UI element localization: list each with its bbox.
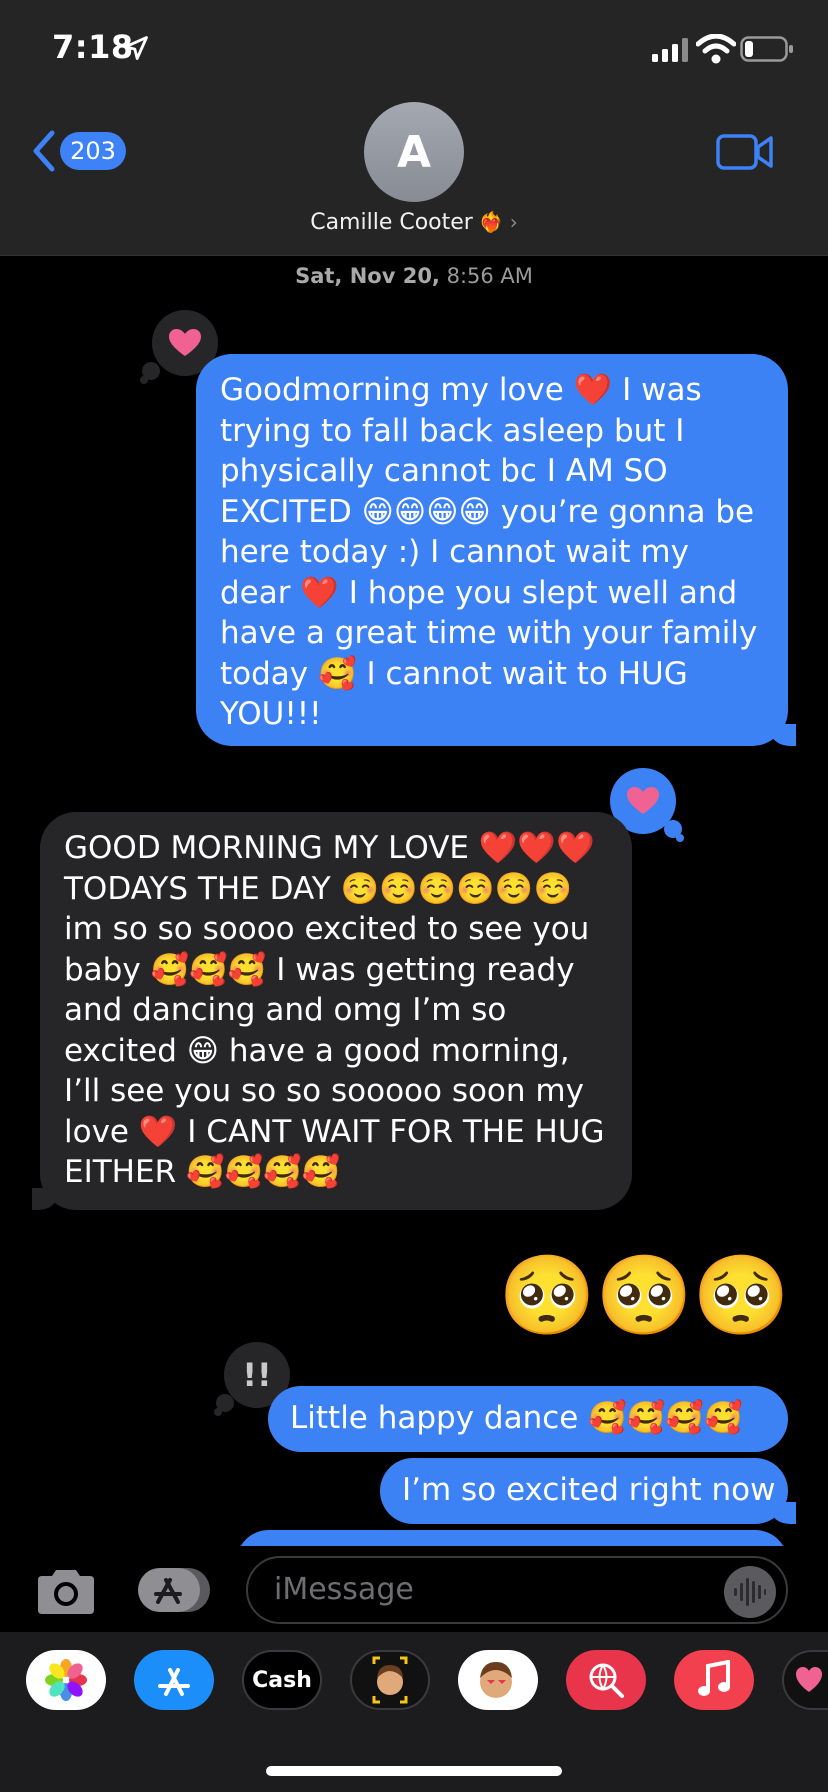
globe-search-icon — [589, 1663, 624, 1698]
status-bar: 7:18 — [0, 0, 828, 100]
photos-flower-icon — [45, 1659, 87, 1701]
message-text: Goodmorning my love ❤️ I was trying to f… — [220, 372, 758, 732]
sent-message-bubble-partial[interactable] — [236, 1530, 788, 1546]
contact-name: Camille Cooter — [310, 210, 473, 235]
sent-message-bubble[interactable]: I’m so excited right now — [380, 1458, 796, 1524]
audio-message-button[interactable] — [724, 1566, 776, 1618]
memoji-icon[interactable] — [350, 1650, 430, 1710]
unread-count-badge: 203 — [60, 132, 126, 170]
memoji-sticker-face-icon — [480, 1662, 512, 1698]
contact-name-button[interactable]: Camille Cooter ❤️‍🔥 › — [0, 210, 828, 235]
received-message-bubble[interactable]: GOOD MORNING MY LOVE ❤️❤️❤️ TODAYS THE D… — [32, 812, 632, 1210]
message-thread[interactable]: Sat, Nov 20, 8:56 AM Goodmorning my love… — [0, 256, 828, 1546]
images-search-icon[interactable] — [566, 1650, 646, 1710]
memoji-face-icon — [372, 1656, 408, 1704]
message-text: GOOD MORNING MY LOVE ❤️❤️❤️ TODAYS THE D… — [64, 830, 605, 1190]
double-exclamation-icon: !! — [242, 1356, 272, 1394]
tapback-tail — [140, 376, 148, 384]
message-timestamp: Sat, Nov 20, 8:56 AM — [295, 264, 533, 288]
sent-message-bubble[interactable]: Goodmorning my love ❤️ I was trying to f… — [196, 354, 796, 746]
contact-avatar[interactable]: A — [364, 102, 464, 202]
chevron-left-icon — [33, 130, 55, 172]
emoji-only-message[interactable]: 🥺🥺🥺 — [480, 1248, 790, 1344]
music-icon[interactable] — [674, 1650, 754, 1710]
waveform-icon — [734, 1578, 766, 1606]
heart-touch-icon — [796, 1667, 822, 1692]
tapback-tail — [214, 1408, 222, 1416]
message-text: Little happy dance 🥰🥰🥰🥰 — [290, 1400, 743, 1436]
home-indicator[interactable] — [266, 1766, 562, 1776]
heart-icon — [169, 329, 201, 356]
memoji-stickers-icon[interactable] — [458, 1650, 538, 1710]
app-store-glyph-icon — [158, 1668, 190, 1696]
battery-icon — [740, 36, 793, 62]
contact-emoji: ❤️‍🔥 — [478, 210, 504, 234]
camera-icon[interactable] — [34, 1566, 98, 1618]
conversation-header: 7:18 203 A Camille Cooter ❤️‍🔥 › — [0, 0, 828, 256]
imessage-app-drawer: Cash — [0, 1632, 828, 1792]
music-note-icon — [698, 1660, 730, 1696]
wifi-icon — [696, 34, 736, 64]
location-arrow-icon — [124, 36, 148, 60]
apple-cash-icon[interactable]: Cash — [242, 1650, 322, 1710]
app-store-icon[interactable] — [134, 1650, 214, 1710]
digital-touch-icon[interactable] — [782, 1650, 828, 1710]
message-input[interactable]: iMessage — [246, 1556, 788, 1624]
photos-icon[interactable] — [26, 1650, 106, 1710]
message-text: I’m so excited right now — [402, 1472, 776, 1508]
chevron-right-icon: › — [509, 210, 518, 234]
apple-cash-label: Cash — [252, 1667, 312, 1693]
tapback-tail — [676, 834, 684, 842]
facetime-video-icon[interactable] — [716, 130, 774, 174]
compose-bar: iMessage — [0, 1546, 828, 1632]
sent-message-bubble[interactable]: Little happy dance 🥰🥰🥰🥰 — [268, 1386, 788, 1452]
app-store-icon[interactable] — [136, 1566, 212, 1614]
cellular-signal-icon — [652, 38, 688, 62]
back-button[interactable]: 203 — [30, 128, 126, 174]
heart-icon — [627, 787, 659, 814]
